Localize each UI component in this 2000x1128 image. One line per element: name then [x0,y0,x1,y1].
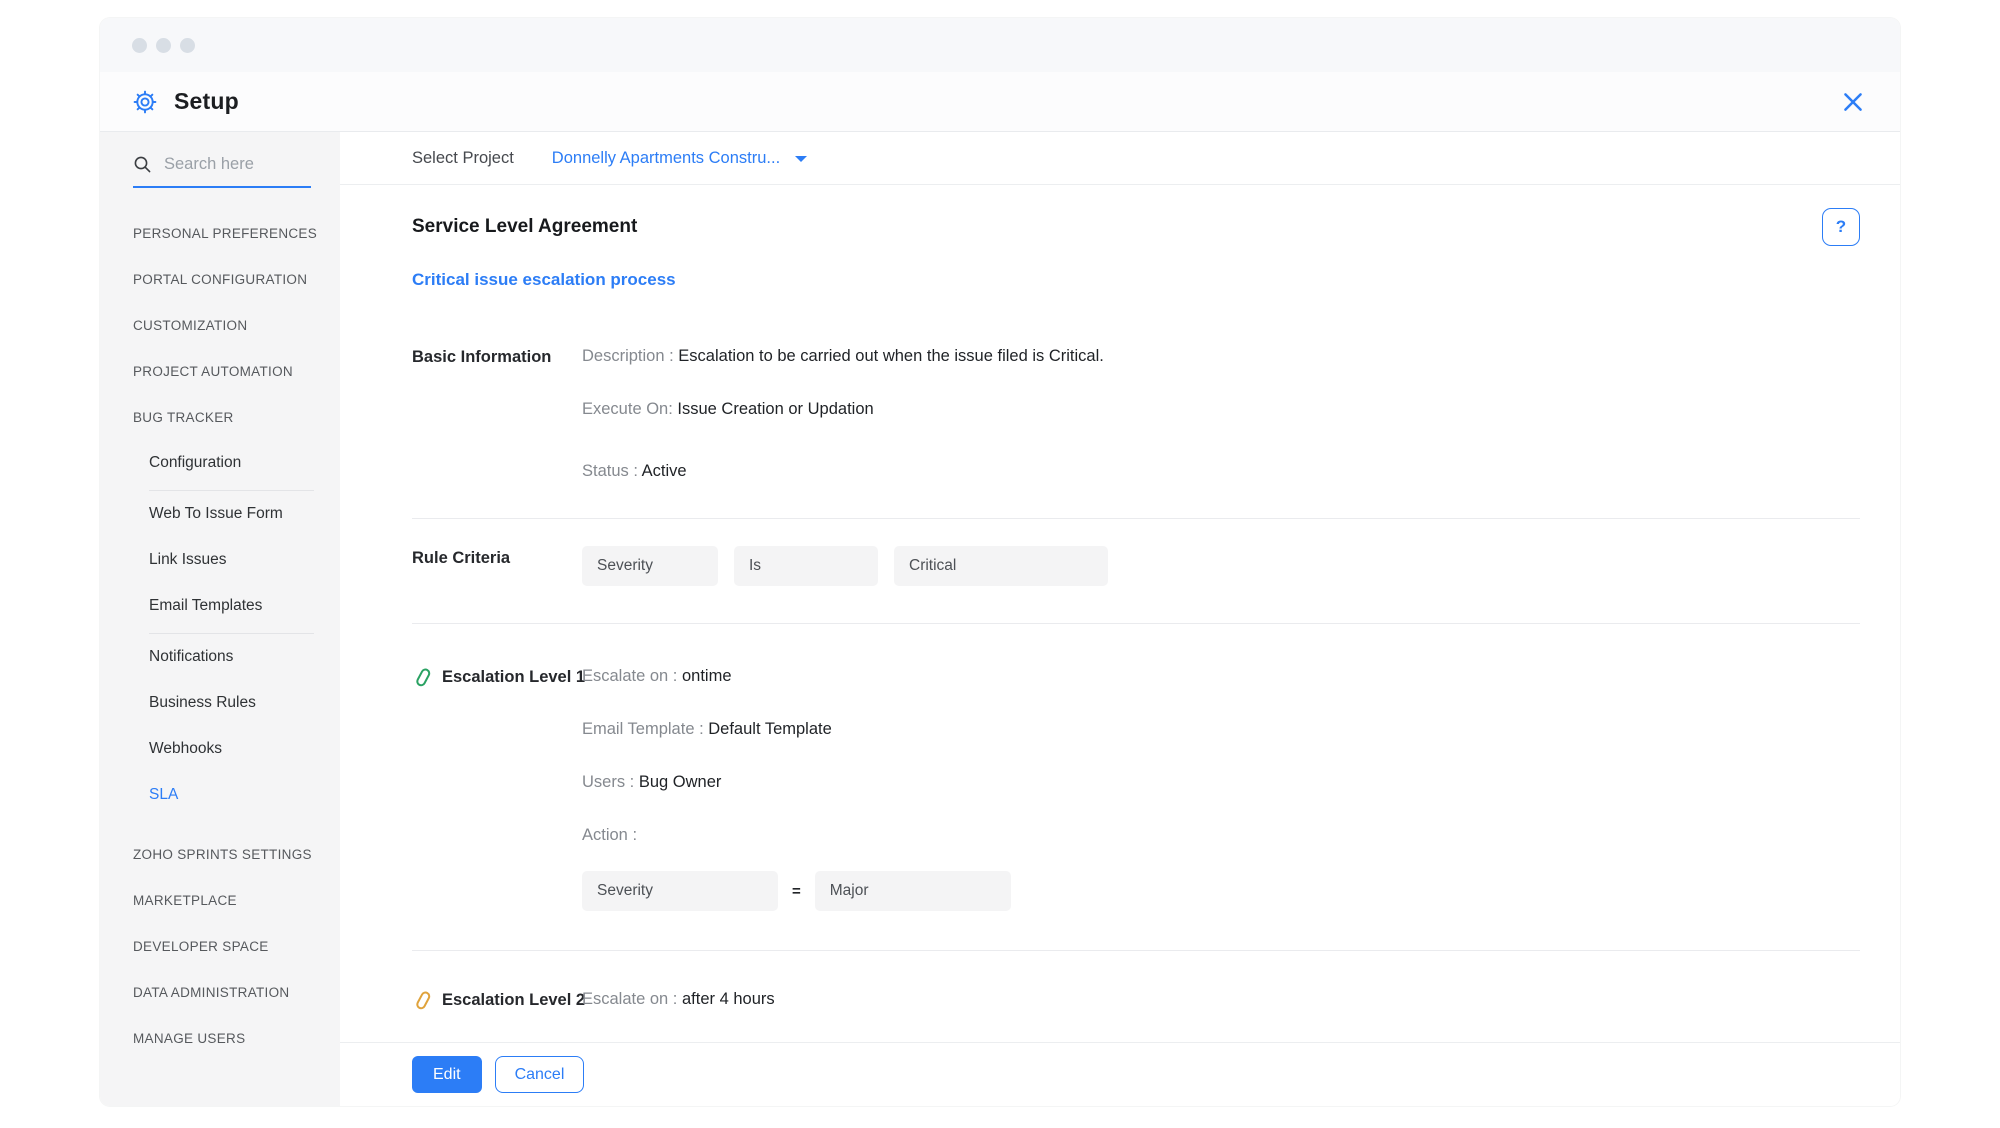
setup-window: Setup PERSONAL PREFERENCES PORTA [100,18,1900,1106]
help-button[interactable]: ? [1822,208,1860,246]
edit-button[interactable]: Edit [412,1056,482,1093]
sidebar-item-notifications[interactable]: Notifications [133,634,340,680]
rule-condition-box: Is [734,546,878,586]
rule-field-box: Severity [582,546,718,586]
status-label: Status : [582,462,642,480]
sidebar-item-project-automation[interactable]: PROJECT AUTOMATION [133,348,340,394]
section-title-escalation-level-1: Escalation Level 1 [442,665,585,689]
close-icon [1840,89,1866,115]
users-label: Users : [582,773,639,791]
project-bar: Select Project Donnelly Apartments Const… [340,132,1900,185]
gear-icon [132,89,158,115]
escalate-on-value: ontime [682,667,732,685]
window-title-bar [100,18,1900,72]
app-title: Setup [174,88,239,115]
sidebar-item-developer-space[interactable]: DEVELOPER SPACE [133,923,340,969]
action-label: Action : [582,826,637,844]
section-divider [412,518,1860,519]
setup-header: Setup [100,72,1900,132]
search-input[interactable] [162,154,304,175]
section-title-rule-criteria: Rule Criteria [412,546,582,570]
sidebar-item-webhooks[interactable]: Webhooks [133,726,340,772]
execute-on-value: Issue Creation or Updation [677,400,873,418]
email-template-label: Email Template : [582,720,708,738]
rule-criteria-section: Rule Criteria Severity Is Critical [412,546,1860,586]
selected-project-name: Donnelly Apartments Constru... [552,149,780,168]
users-row: Users : Bug Owner [582,771,1860,793]
sidebar-item-email-templates[interactable]: Email Templates [133,583,340,629]
rule-value-box: Critical [894,546,1108,586]
description-value: Escalation to be carried out when the is… [678,347,1104,365]
section-title-basic-information: Basic Information [412,345,582,369]
action-field-box: Severity [582,871,778,911]
window-dot-icon [132,38,147,53]
escalation-level-2-section: Escalation Level 2 Escalate on : after 4… [412,988,1860,1012]
sidebar-item-customization[interactable]: CUSTOMIZATION [133,302,340,348]
sidebar-item-portal-configuration[interactable]: PORTAL CONFIGURATION [133,256,340,302]
status-value: Active [642,462,687,480]
chevron-down-icon [795,156,807,162]
escalate-on-value-2: after 4 hours [682,990,775,1008]
sidebar-item-zoho-sprints-settings[interactable]: ZOHO SPRINTS SETTINGS [133,831,340,877]
page-title: Service Level Agreement [412,216,637,238]
execute-on-row: Execute On: Issue Creation or Updation [582,398,1860,420]
action-value-box: Major [815,871,1011,911]
sidebar-item-personal-preferences[interactable]: PERSONAL PREFERENCES [133,210,340,256]
escalation-level-2-icon [412,989,433,1012]
sidebar-item-sla[interactable]: SLA [133,772,340,818]
sidebar-item-business-rules[interactable]: Business Rules [133,680,340,726]
escalate-on-row-2: Escalate on : after 4 hours [582,988,1860,1010]
section-divider [412,623,1860,624]
escalation-level-1-section: Escalation Level 1 Escalate on : ontime … [412,665,1860,911]
users-value: Bug Owner [639,773,722,791]
basic-information-section: Basic Information Description : Escalati… [412,345,1860,482]
sla-rule-link[interactable]: Critical issue escalation process [412,269,676,291]
sidebar-menu: PERSONAL PREFERENCES PORTAL CONFIGURATIO… [133,210,340,1061]
escalate-on-row: Escalate on : ontime [582,665,1860,687]
setup-sidebar: PERSONAL PREFERENCES PORTAL CONFIGURATIO… [100,132,340,1106]
escalation-level-1-icon [412,666,433,689]
section-divider [412,950,1860,951]
sidebar-item-configuration[interactable]: Configuration [133,440,340,486]
select-project-label: Select Project [412,149,514,168]
description-label: Description : [582,347,678,365]
description-row: Description : Escalation to be carried o… [582,345,1860,367]
sla-content: Service Level Agreement ? Critical issue… [340,185,1900,1042]
execute-on-label: Execute On: [582,400,677,418]
question-mark-icon: ? [1836,217,1846,237]
escalate-on-label: Escalate on : [582,667,682,685]
main-panel: Select Project Donnelly Apartments Const… [340,132,1900,1106]
window-dot-icon [156,38,171,53]
sidebar-item-manage-users[interactable]: MANAGE USERS [133,1015,340,1061]
search-icon [133,155,152,174]
project-select-dropdown[interactable]: Donnelly Apartments Constru... [552,149,807,168]
sidebar-item-link-issues[interactable]: Link Issues [133,537,340,583]
status-row: Status : Active [582,460,1860,482]
action-footer: Edit Cancel [340,1042,1900,1106]
email-template-value: Default Template [708,720,832,738]
escalate-on-label-2: Escalate on : [582,990,682,1008]
cancel-button[interactable]: Cancel [495,1056,585,1093]
sidebar-item-data-administration[interactable]: DATA ADMINISTRATION [133,969,340,1015]
equals-operator: = [792,883,801,900]
sidebar-item-marketplace[interactable]: MARKETPLACE [133,877,340,923]
window-dot-icon [180,38,195,53]
sidebar-item-bug-tracker[interactable]: BUG TRACKER [133,394,340,440]
sidebar-search[interactable] [133,154,311,188]
sidebar-item-web-to-issue-form[interactable]: Web To Issue Form [133,491,340,537]
close-button[interactable] [1838,87,1868,117]
section-title-escalation-level-2: Escalation Level 2 [442,988,585,1012]
action-row: Action : [582,824,1860,846]
email-template-row: Email Template : Default Template [582,718,1860,740]
